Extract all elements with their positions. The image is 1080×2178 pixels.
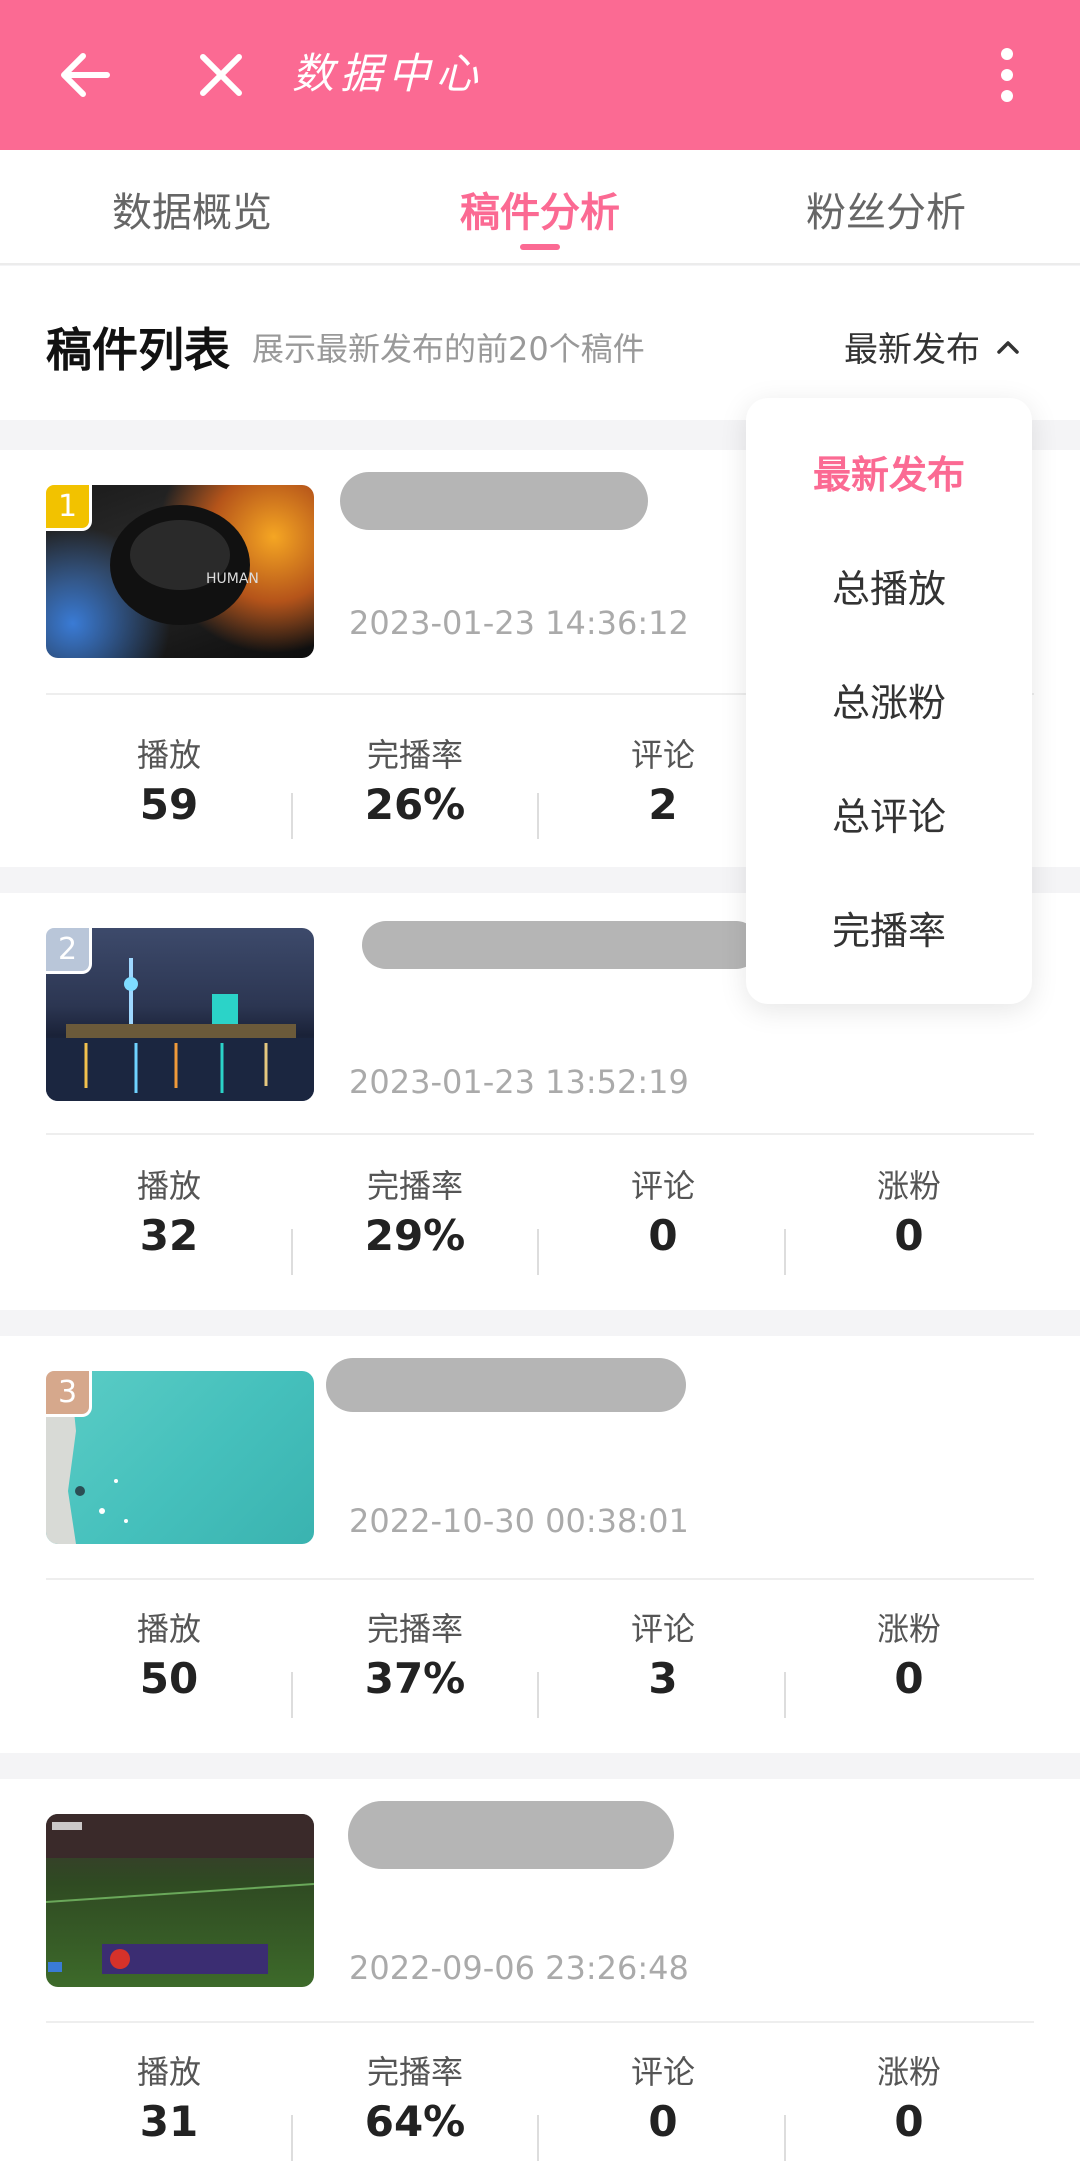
sort-dropdown-menu: 最新发布 总播放 总涨粉 总评论 完播率: [746, 398, 1032, 1004]
stat-comments-value: 0: [648, 2097, 678, 2146]
stat-plays-value: 50: [139, 1654, 199, 1703]
page-title: 数据中心: [292, 49, 485, 98]
sort-option-total-plays[interactable]: 总播放: [746, 558, 1032, 613]
tab-overview[interactable]: 数据概览: [42, 180, 342, 238]
stat-comments-value: 3: [648, 1654, 678, 1703]
publish-date: 2022-09-06 23:26:48: [349, 1949, 689, 1987]
stat-plays-value: 31: [139, 2097, 199, 2146]
chevron-up-icon: [997, 340, 1019, 354]
stat-fans-label: 涨粉: [876, 2053, 941, 2091]
divider: [46, 1133, 1034, 1135]
stat-fans-label: 涨粉: [876, 1167, 941, 1205]
stat-fans-value: 0: [894, 1211, 924, 1260]
publish-date: 2023-01-23 14:36:12: [349, 604, 689, 642]
sort-option-completion-rate[interactable]: 完播率: [746, 900, 1032, 955]
list-header: 稿件列表 展示最新发布的前20个稿件 最新发布: [0, 266, 1080, 420]
close-icon[interactable]: [176, 30, 266, 120]
sort-label: 最新发布: [844, 330, 980, 370]
stat-fans-value: 0: [894, 2097, 924, 2146]
stat-completion-value: 64%: [364, 2097, 466, 2146]
redacted-title: [362, 921, 760, 969]
stat-fans-label: 涨粉: [876, 1610, 941, 1648]
tab-fans-analysis[interactable]: 粉丝分析: [736, 180, 1036, 238]
stat-plays-value: 59: [139, 780, 199, 829]
stat-completion-label: 完播率: [366, 1610, 463, 1648]
divider: [537, 1229, 539, 1275]
app-header: 数据中心: [0, 0, 1080, 150]
redacted-title: [326, 1358, 686, 1412]
redacted-title: [348, 1801, 674, 1869]
publish-date: 2022-10-30 00:38:01: [349, 1502, 689, 1540]
stat-plays-label: 播放: [136, 2053, 201, 2091]
sort-option-total-fans[interactable]: 总涨粉: [746, 672, 1032, 727]
stat-completion-label: 完播率: [366, 736, 463, 774]
sort-option-latest[interactable]: 最新发布: [746, 444, 1032, 499]
stat-completion-label: 完播率: [366, 1167, 463, 1205]
stat-comments-value: 0: [648, 1211, 678, 1260]
stat-comments-label: 评论: [630, 1167, 695, 1205]
divider: [46, 1578, 1034, 1580]
publish-date: 2023-01-23 13:52:19: [349, 1063, 689, 1101]
more-vertical-icon[interactable]: [962, 30, 1052, 120]
video-thumbnail[interactable]: [46, 1814, 314, 1987]
divider: [537, 2115, 539, 2161]
list-item[interactable]: 3 2022-10-30 00:38:01 播放 50 完播率 37% 评论 3…: [0, 1336, 1080, 1753]
stat-completion-value: 26%: [364, 780, 466, 829]
arrow-left-icon[interactable]: [40, 30, 130, 120]
rank-badge: 3: [46, 1371, 92, 1417]
divider: [537, 1672, 539, 1718]
divider: [46, 2021, 1034, 2023]
svg-text:HUMAN: HUMAN: [206, 571, 259, 587]
active-tab-indicator: [520, 244, 560, 250]
redacted-title: [340, 472, 648, 530]
rank-badge: 1: [46, 485, 92, 531]
stat-comments-label: 评论: [630, 1610, 695, 1648]
list-item[interactable]: 2022-09-06 23:26:48 播放 31 完播率 64% 评论 0 涨…: [0, 1779, 1080, 2178]
stat-plays-label: 播放: [136, 1610, 201, 1648]
sort-option-total-comments[interactable]: 总评论: [746, 786, 1032, 841]
tab-content-analysis[interactable]: 稿件分析: [390, 180, 690, 238]
divider: [537, 793, 539, 839]
stat-fans-value: 0: [894, 1654, 924, 1703]
list-subtitle: 展示最新发布的前20个稿件: [252, 330, 645, 368]
stat-completion-label: 完播率: [366, 2053, 463, 2091]
stat-plays-label: 播放: [136, 1167, 201, 1205]
rank-badge: 2: [46, 928, 92, 974]
stat-plays-value: 32: [139, 1211, 199, 1260]
sort-button[interactable]: 最新发布: [844, 322, 1020, 371]
stat-completion-value: 29%: [364, 1211, 466, 1260]
stat-comments-label: 评论: [630, 2053, 695, 2091]
stat-completion-value: 37%: [364, 1654, 466, 1703]
list-title: 稿件列表: [46, 323, 230, 377]
stat-plays-label: 播放: [136, 736, 201, 774]
